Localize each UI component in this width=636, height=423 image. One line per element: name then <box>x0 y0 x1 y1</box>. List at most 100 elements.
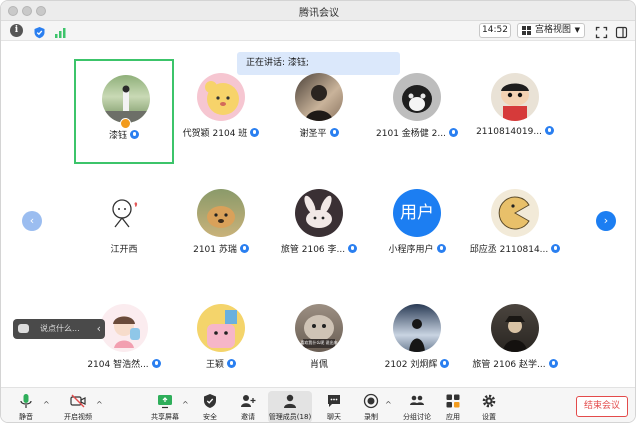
fullscreen-icon[interactable] <box>595 24 608 39</box>
participant-tile[interactable]: 喜欢我什么呢 说出来 肖佩 <box>269 290 369 395</box>
participant-name: 王颖 <box>205 360 224 370</box>
avatar <box>102 75 150 123</box>
share-options-chevron-icon[interactable]: ^ <box>182 400 189 409</box>
info-icon[interactable]: i <box>10 24 23 37</box>
security-label: 安全 <box>203 413 217 421</box>
apps-icon <box>446 394 460 408</box>
participant-name-row: 2110814019... <box>445 126 585 137</box>
chevron-left-icon[interactable]: ‹ <box>97 319 101 339</box>
avatar <box>393 73 441 121</box>
settings-button[interactable]: 设置 <box>479 391 499 422</box>
next-page-button[interactable]: › <box>596 211 616 231</box>
chat-label: 聊天 <box>327 413 341 421</box>
avatar <box>491 304 539 352</box>
view-mode-label: 宫格视图 <box>535 25 572 35</box>
share-screen-icon <box>158 395 172 409</box>
shield-icon[interactable] <box>33 24 46 39</box>
record-options-chevron-icon[interactable]: ^ <box>385 400 392 409</box>
chat-button[interactable]: 聊天 <box>324 391 344 422</box>
participant-tile[interactable]: 2104 智浩然... <box>74 290 174 395</box>
participant-name: 2101 金杨健 2... <box>376 129 446 139</box>
video-options-chevron-icon[interactable]: ^ <box>96 400 103 409</box>
audio-options-chevron-icon[interactable]: ^ <box>43 400 50 409</box>
microphone-icon <box>548 359 558 368</box>
participant-tile[interactable]: 邱应丞 2110814... <box>465 175 565 280</box>
participant-name: 2110814019... <box>476 127 542 137</box>
participant-name-row: 旅管 2106 赵学... <box>445 357 585 370</box>
start-video-button[interactable]: 开启视频 <box>63 391 93 422</box>
microphone-icon <box>130 130 139 139</box>
meeting-toolbar: i 14:52 宫格视图 ▼ <box>1 21 635 41</box>
avatar <box>393 304 441 352</box>
microphone-icon <box>227 359 236 368</box>
signal-icon[interactable] <box>54 24 67 38</box>
participant-tile[interactable]: 漆钰 <box>74 59 174 164</box>
security-shield-icon <box>204 394 216 408</box>
apps-button[interactable]: 应用 <box>443 391 463 422</box>
settings-label: 设置 <box>482 413 496 421</box>
avatar-caption: 喜欢我什么呢 说出来 <box>300 340 338 345</box>
avatar <box>295 189 343 237</box>
security-button[interactable]: 安全 <box>200 391 220 422</box>
gear-icon <box>482 394 496 408</box>
chat-bubble-icon <box>18 324 29 333</box>
avatar <box>491 189 539 237</box>
participant-tile[interactable]: 用户 小程序用户 <box>367 175 467 280</box>
microphone-icon <box>20 394 32 408</box>
participant-name: 2104 智浩然... <box>87 360 149 370</box>
chevron-left-icon: ‹ <box>29 214 35 227</box>
grid-view-icon <box>522 26 531 35</box>
previous-page-button[interactable]: ‹ <box>22 211 42 231</box>
participant-tile[interactable]: 2102 刘炯辉 <box>367 290 467 395</box>
window-title: 腾讯会议 <box>299 8 339 19</box>
record-label: 录制 <box>364 413 378 421</box>
avatar <box>295 73 343 121</box>
participant-name: 江开西 <box>110 245 138 255</box>
participant-tile[interactable]: 2110814019... <box>465 59 565 164</box>
avatar <box>197 304 245 352</box>
view-mode-dropdown[interactable]: 宫格视图 ▼ <box>517 23 585 38</box>
participant-name: 旅管 2106 赵学... <box>472 360 546 370</box>
avatar <box>491 73 539 121</box>
microphone-icon <box>239 244 249 253</box>
chevron-right-icon: › <box>603 214 609 227</box>
participant-tile[interactable]: 江开西 <box>74 175 174 280</box>
participant-tile[interactable]: 王颖 <box>171 290 271 395</box>
add-user-icon <box>241 395 256 407</box>
avatar: 喜欢我什么呢 说出来 <box>295 304 343 352</box>
meeting-controls-bar: 静音 ^ 开启视频 ^ 共享屏幕 ^ 安全 邀请 管理成员(18) 聊天 录制 … <box>1 387 635 422</box>
mute-label: 静音 <box>19 413 33 421</box>
manage-members-label: 管理成员(18) <box>268 413 312 421</box>
participant-tile[interactable]: 旅管 2106 李... <box>269 175 369 280</box>
manage-members-button[interactable]: 管理成员(18) <box>268 391 312 422</box>
end-meeting-button[interactable]: 结束会议 <box>576 396 628 417</box>
breakout-rooms-icon <box>410 395 424 405</box>
participant-tile[interactable]: 代贺颖 2104 班 <box>171 59 271 164</box>
participant-name: 邱应丞 2110814... <box>469 245 549 255</box>
breakout-rooms-button[interactable]: 分组讨论 <box>402 391 432 422</box>
participant-tile[interactable]: 2101 苏瑞 <box>171 175 271 280</box>
invite-button[interactable]: 邀请 <box>238 391 258 422</box>
avatar <box>197 73 245 121</box>
sidebar-icon[interactable] <box>615 24 628 39</box>
record-icon <box>363 393 379 409</box>
participant-name: 小程序用户 <box>388 245 434 255</box>
video-off-icon <box>70 394 86 408</box>
members-icon <box>284 394 296 408</box>
mute-button[interactable]: 静音 <box>13 391 39 422</box>
avatar: 用户 <box>393 189 441 237</box>
participant-name: 肖佩 <box>309 360 328 370</box>
participant-tile[interactable]: 旅管 2106 赵学... <box>465 290 565 395</box>
apps-label: 应用 <box>446 413 460 421</box>
avatar <box>197 189 245 237</box>
chat-quick-input[interactable]: 说点什么... ‹ <box>13 319 105 339</box>
share-screen-button[interactable]: 共享屏幕 <box>151 391 179 422</box>
participant-tile[interactable]: 谢圣平 <box>269 59 369 164</box>
microphone-icon <box>544 126 554 135</box>
participant-name: 代贺颖 2104 班 <box>182 129 248 139</box>
participant-name-row: 邱应丞 2110814... <box>445 242 585 255</box>
record-button[interactable]: 录制 <box>361 391 381 422</box>
participant-tile[interactable]: 2101 金杨健 2... <box>367 59 467 164</box>
microphone-icon <box>551 244 561 253</box>
share-screen-label: 共享屏幕 <box>151 413 179 421</box>
